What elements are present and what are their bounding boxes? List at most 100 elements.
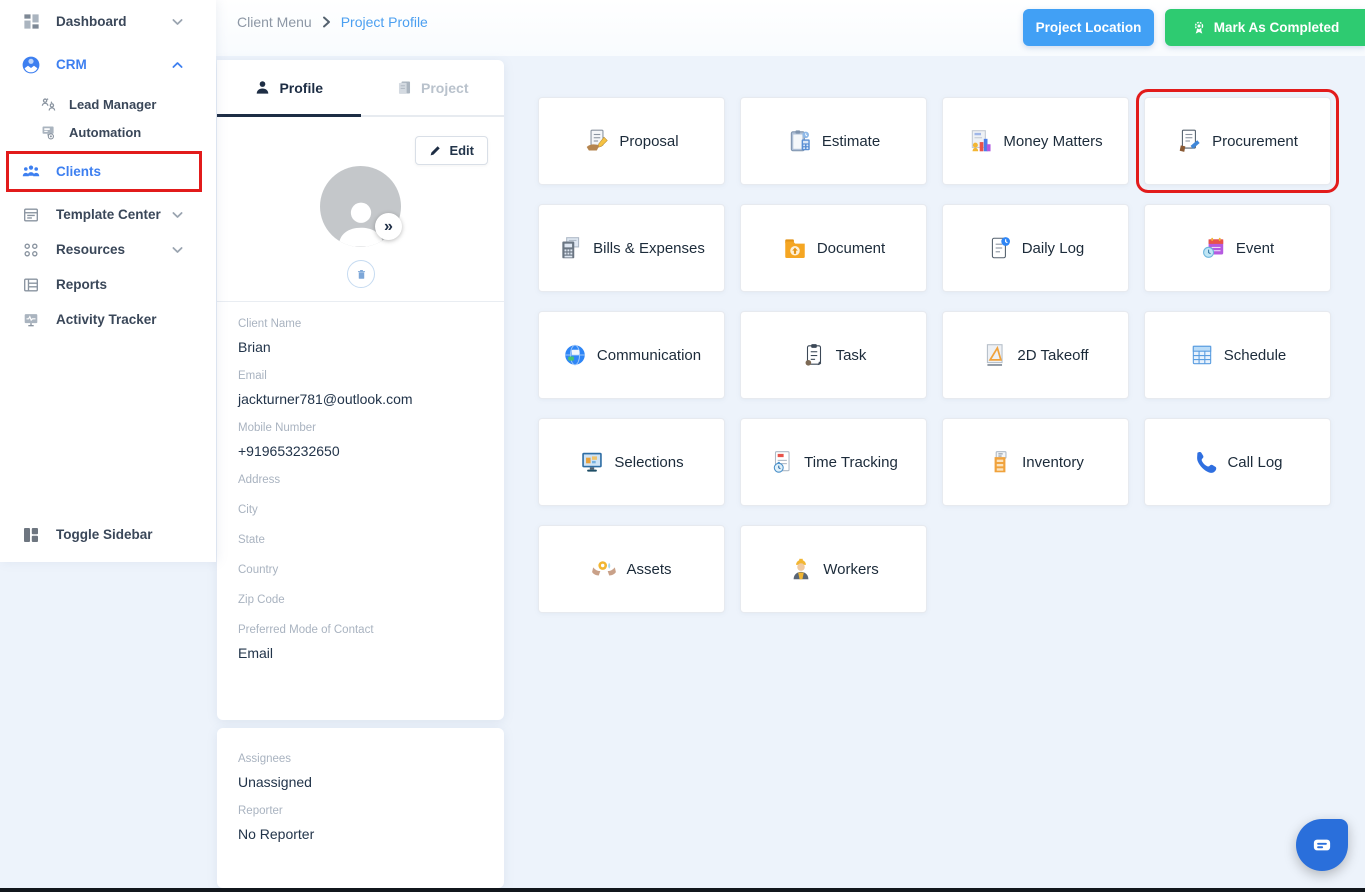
money-matters-icon (968, 128, 994, 154)
chevron-down-icon (167, 205, 187, 225)
sidebar-item-dashboard[interactable]: Dashboard (0, 4, 216, 39)
sidebar-item-resources[interactable]: Resources (0, 232, 216, 267)
edit-button-label: Edit (449, 143, 474, 158)
tile-daily-log[interactable]: Daily Log (942, 204, 1129, 292)
profile-field-value: +919653232650 (238, 443, 340, 459)
crm-icon (21, 55, 41, 75)
chevron-down-icon (167, 240, 187, 260)
tile-label: Document (816, 239, 886, 257)
tile-label: Money Matters (1003, 132, 1103, 150)
profile-field-label: City (238, 504, 258, 516)
sidebar-nav: Dashboard CRM Lead Manager Automation Client… (0, 4, 216, 337)
profile-field-label: Zip Code (238, 594, 285, 606)
divider (217, 301, 504, 302)
tile-task[interactable]: Task (740, 311, 927, 399)
sidebar-item-label: Lead Manager (69, 96, 157, 112)
tile-label: Workers (823, 560, 879, 578)
lead-manager-icon (40, 96, 57, 113)
chat-launcher-button[interactable] (1296, 819, 1348, 871)
sidebar-item-automation[interactable]: Automation (0, 118, 216, 146)
tile-label: Call Log (1227, 453, 1283, 471)
tab-profile[interactable]: Profile (217, 60, 361, 117)
procurement-icon (1177, 128, 1203, 154)
profile-field-label: Client Name (238, 318, 302, 330)
edit-button[interactable]: Edit (415, 136, 488, 165)
tile-label: Procurement (1212, 132, 1298, 150)
breadcrumb-client-menu[interactable]: Client Menu (237, 14, 312, 30)
sidebar-item-template-center[interactable]: Template Center (0, 197, 216, 232)
mark-as-completed-label: Mark As Completed (1213, 20, 1340, 35)
clients-icon (21, 162, 41, 182)
profile-fields: Client Name Brian Email jackturner781@outlo… (238, 318, 490, 676)
assignment-field-value: No Reporter (238, 826, 315, 842)
bills-expenses-icon (558, 235, 584, 261)
tile-call-log[interactable]: Call Log (1144, 418, 1331, 506)
tile-label: Communication (596, 346, 702, 364)
inventory-icon (987, 449, 1013, 475)
tile-event[interactable]: Event (1144, 204, 1331, 292)
dashboard-icon (21, 12, 41, 32)
tile-label: Selections (614, 453, 684, 471)
tile-assets[interactable]: Assets (538, 525, 725, 613)
schedule-icon (1189, 342, 1215, 368)
tile-bills-expenses[interactable]: Bills & Expenses (538, 204, 725, 292)
project-doc-icon (396, 79, 413, 96)
tile-money-matters[interactable]: Money Matters (942, 97, 1129, 185)
estimate-icon (787, 128, 813, 154)
breadcrumb: Client Menu Project Profile (237, 14, 428, 30)
tile-communication[interactable]: Communication (538, 311, 725, 399)
sidebar-item-label: CRM (56, 57, 87, 72)
tile-label: Bills & Expenses (593, 239, 705, 257)
mark-as-completed-button[interactable]: Mark As Completed (1165, 9, 1365, 46)
sidebar-item-activity-tracker[interactable]: Activity Tracker (0, 302, 216, 337)
tile-label: Schedule (1223, 346, 1287, 364)
remove-avatar-button[interactable] (347, 260, 375, 288)
sidebar-item-label: Dashboard (56, 14, 127, 29)
tile-document[interactable]: Document (740, 204, 927, 292)
tile-selections[interactable]: Selections (538, 418, 725, 506)
tile-label: Daily Log (1021, 239, 1085, 257)
person-icon (254, 79, 271, 96)
assets-icon (591, 556, 617, 582)
call-log-icon (1192, 449, 1218, 475)
trash-icon (355, 268, 368, 281)
reports-icon (21, 275, 41, 295)
tile-2d-takeoff[interactable]: 2D Takeoff (942, 311, 1129, 399)
sidebar: Dashboard CRM Lead Manager Automation Client… (0, 0, 216, 562)
chat-icon (1309, 832, 1335, 858)
sidebar-item-crm[interactable]: CRM (0, 47, 216, 82)
toggle-sidebar-icon (21, 525, 41, 545)
tile-estimate[interactable]: Estimate (740, 97, 927, 185)
toggle-sidebar-label: Toggle Sidebar (56, 527, 153, 542)
profile-field-label: Mobile Number (238, 422, 316, 434)
project-location-button[interactable]: Project Location (1023, 9, 1154, 46)
template-center-icon (21, 205, 41, 225)
tile-schedule[interactable]: Schedule (1144, 311, 1331, 399)
tile-time-tracking[interactable]: Time Tracking (740, 418, 927, 506)
tile-inventory[interactable]: Inventory (942, 418, 1129, 506)
resources-icon (21, 240, 41, 260)
client-profile-card: Profile Project Edit » Client Name Brian E… (217, 60, 504, 720)
tile-label: Time Tracking (804, 453, 898, 471)
sidebar-item-clients[interactable]: Clients (0, 151, 216, 192)
tile-proposal[interactable]: Proposal (538, 97, 725, 185)
profile-field-value: Brian (238, 339, 271, 355)
assignment-field-label: Reporter (238, 805, 283, 817)
sidebar-item-label: Automation (69, 124, 142, 140)
toggle-sidebar-button[interactable]: Toggle Sidebar (0, 517, 216, 552)
tile-label: Assets (626, 560, 672, 578)
tile-workers[interactable]: Workers (740, 525, 927, 613)
sidebar-item-lead-manager[interactable]: Lead Manager (0, 90, 216, 118)
tile-label: 2D Takeoff (1017, 346, 1089, 364)
tab-project[interactable]: Project (361, 60, 505, 115)
selections-icon (579, 449, 605, 475)
event-icon (1201, 235, 1227, 261)
assignment-card: Assignees Unassigned Reporter No Reporter (217, 728, 504, 888)
tile-label: Proposal (619, 132, 679, 150)
communication-icon (562, 342, 588, 368)
avatar-expand-button[interactable]: » (375, 213, 402, 240)
workers-icon (788, 556, 814, 582)
profile-field-label: State (238, 534, 265, 546)
sidebar-item-reports[interactable]: Reports (0, 267, 216, 302)
tile-procurement[interactable]: Procurement (1136, 89, 1339, 193)
